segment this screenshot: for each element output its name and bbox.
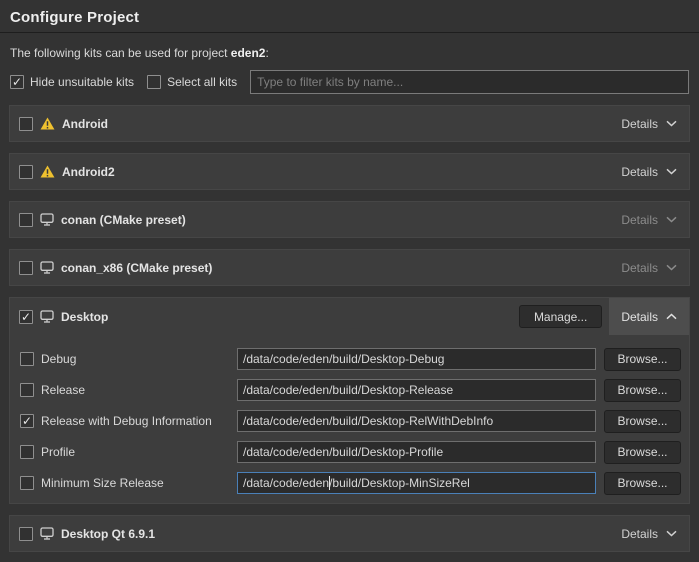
- build-config-row-minsizerel: Minimum Size Release Browse...: [20, 472, 681, 494]
- browse-button[interactable]: Browse...: [604, 348, 681, 371]
- browse-button[interactable]: Browse...: [604, 441, 681, 464]
- build-config-checkbox[interactable]: [20, 414, 34, 428]
- build-dir-input-wrap: [237, 348, 596, 370]
- details-label: Details: [621, 261, 658, 275]
- build-dir-input-focused[interactable]: [237, 472, 596, 494]
- details-toggle[interactable]: Details: [609, 202, 689, 237]
- build-config-label: Minimum Size Release: [41, 476, 237, 490]
- build-config-label: Debug: [41, 352, 237, 366]
- warning-icon: [40, 165, 55, 178]
- intro-suffix: :: [265, 46, 268, 60]
- details-label: Details: [621, 117, 658, 131]
- chevron-down-icon: [666, 264, 677, 271]
- details-label: Details: [621, 165, 658, 179]
- select-all-checkbox[interactable]: [147, 75, 161, 89]
- build-dir-input[interactable]: [237, 441, 596, 463]
- browse-button[interactable]: Browse...: [604, 379, 681, 402]
- intro-text: The following kits can be used for proje…: [10, 46, 689, 60]
- details-label: Details: [621, 310, 658, 324]
- manage-kits-button[interactable]: Manage...: [519, 305, 602, 328]
- chevron-down-icon: [666, 216, 677, 223]
- details-toggle[interactable]: Details: [609, 106, 689, 141]
- kit-checkbox[interactable]: [19, 261, 33, 275]
- kit-row-conan-x86: conan_x86 (CMake preset) Details: [9, 249, 690, 286]
- kit-row-desktop: Desktop Manage... Details: [10, 298, 689, 335]
- kit-panel-desktop: Desktop Manage... Details Debug Browse..…: [9, 297, 690, 504]
- details-toggle[interactable]: Details: [609, 516, 689, 551]
- build-dir-input[interactable]: [237, 410, 596, 432]
- hide-unsuitable-label: Hide unsuitable kits: [30, 75, 134, 89]
- browse-button[interactable]: Browse...: [604, 410, 681, 433]
- filter-controls: Hide unsuitable kits Select all kits: [10, 70, 689, 94]
- kit-name: conan (CMake preset): [61, 213, 186, 227]
- select-all-group: Select all kits: [147, 75, 237, 89]
- details-toggle[interactable]: Details: [609, 154, 689, 189]
- hide-unsuitable-group: Hide unsuitable kits: [10, 75, 134, 89]
- desktop-icon: [40, 310, 54, 323]
- filter-input-wrap: [250, 70, 689, 94]
- build-config-label: Profile: [41, 445, 237, 459]
- build-dir-input-wrap: [237, 441, 596, 463]
- kit-name: Desktop Qt 6.9.1: [61, 527, 155, 541]
- build-config-row-profile: Profile Browse...: [20, 441, 681, 463]
- chevron-up-icon: [666, 313, 677, 320]
- text-caret: [329, 476, 330, 490]
- hide-unsuitable-checkbox[interactable]: [10, 75, 24, 89]
- kit-row-conan: conan (CMake preset) Details: [9, 201, 690, 238]
- kit-row-android2: Android2 Details: [9, 153, 690, 190]
- page-title: Configure Project: [10, 9, 689, 26]
- desktop-icon: [40, 213, 54, 226]
- dialog-header: Configure Project: [0, 0, 699, 33]
- build-config-row-release: Release Browse...: [20, 379, 681, 401]
- kit-name: Android2: [62, 165, 115, 179]
- kit-row-desktop-qt: Desktop Qt 6.9.1 Details: [9, 515, 690, 552]
- build-config-checkbox[interactable]: [20, 352, 34, 366]
- chevron-down-icon: [666, 530, 677, 537]
- build-config-row-relwithdebinfo: Release with Debug Information Browse...: [20, 410, 681, 432]
- build-config-row-debug: Debug Browse...: [20, 348, 681, 370]
- select-all-label: Select all kits: [167, 75, 237, 89]
- kit-checkbox[interactable]: [19, 117, 33, 131]
- build-config-label: Release: [41, 383, 237, 397]
- details-toggle[interactable]: Details: [609, 250, 689, 285]
- kit-filter-input[interactable]: [250, 70, 689, 94]
- build-dir-input[interactable]: [237, 379, 596, 401]
- kit-checkbox[interactable]: [19, 213, 33, 227]
- project-name: eden2: [231, 46, 266, 60]
- details-label: Details: [621, 213, 658, 227]
- build-dir-input-wrap: [237, 410, 596, 432]
- build-config-label: Release with Debug Information: [41, 414, 237, 428]
- desktop-icon: [40, 527, 54, 540]
- build-config-checkbox[interactable]: [20, 445, 34, 459]
- kit-checkbox[interactable]: [19, 527, 33, 541]
- chevron-down-icon: [666, 120, 677, 127]
- kit-row-android: Android Details: [9, 105, 690, 142]
- kit-checkbox[interactable]: [19, 310, 33, 324]
- build-config-checkbox[interactable]: [20, 383, 34, 397]
- kit-name: Desktop: [61, 310, 108, 324]
- kit-name: conan_x86 (CMake preset): [61, 261, 212, 275]
- kit-name: Android: [62, 117, 108, 131]
- browse-button[interactable]: Browse...: [604, 472, 681, 495]
- details-label: Details: [621, 527, 658, 541]
- kit-list: Android Details Android2 Details conan (…: [9, 105, 690, 552]
- desktop-icon: [40, 261, 54, 274]
- build-dir-input[interactable]: [237, 348, 596, 370]
- kit-checkbox[interactable]: [19, 165, 33, 179]
- build-dir-input-wrap: [237, 472, 596, 494]
- warning-icon: [40, 117, 55, 130]
- build-dir-input-wrap: [237, 379, 596, 401]
- build-config-checkbox[interactable]: [20, 476, 34, 490]
- chevron-down-icon: [666, 168, 677, 175]
- details-toggle[interactable]: Details: [609, 298, 689, 335]
- intro-prefix: The following kits can be used for proje…: [10, 46, 231, 60]
